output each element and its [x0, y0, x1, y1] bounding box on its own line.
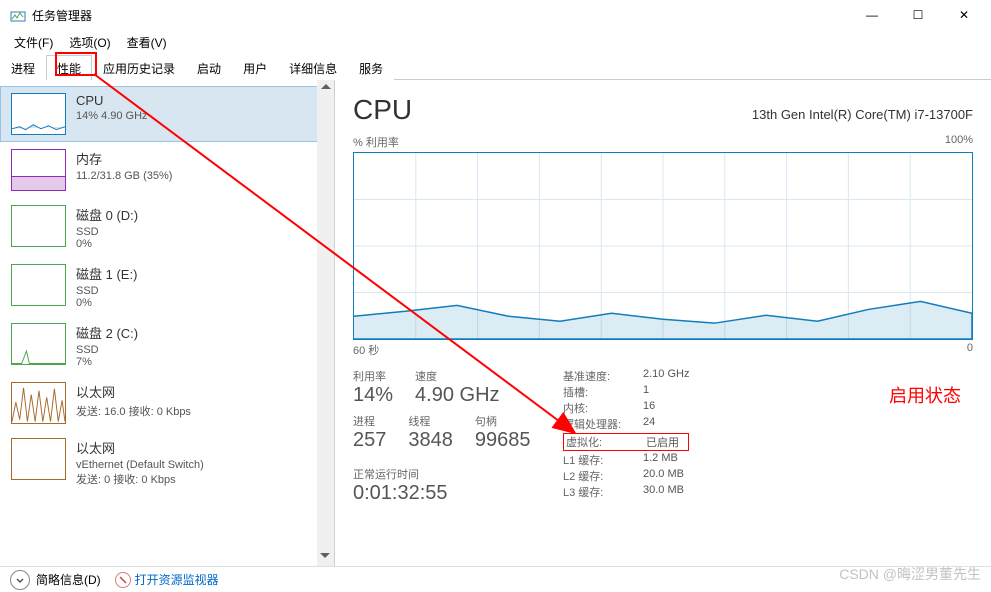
titlebar: 任务管理器 — ☐ ✕ [0, 0, 991, 30]
sidebar-disk0-pct: 0% [76, 238, 138, 250]
stat-speed-value: 4.90 GHz [415, 384, 499, 407]
sidebar-item-disk1[interactable]: 磁盘 1 (E:) SSD 0% [0, 257, 334, 316]
info-virt-val: 已启用 [646, 434, 679, 450]
sidebar-eth2-sub: vEthernet (Default Switch) [76, 459, 204, 471]
menu-view[interactable]: 查看(V) [121, 32, 173, 53]
sidebar-eth1-title: 以太网 [76, 382, 191, 401]
cpu-info-table: 基准速度:2.10 GHz 插槽:1 内核:16 逻辑处理器:24 虚拟化:已启… [563, 368, 689, 505]
chart-xmax: 60 秒 [353, 342, 379, 358]
sidebar-item-cpu[interactable]: CPU 14% 4.90 GHz [0, 86, 334, 142]
tab-details[interactable]: 详细信息 [278, 55, 348, 80]
main-panel: CPU 13th Gen Intel(R) Core(TM) i7-13700F… [335, 80, 991, 566]
fewer-details-button[interactable] [10, 570, 30, 590]
sidebar: CPU 14% 4.90 GHz 内存 11.2/31.8 GB (35%) 磁… [0, 80, 335, 566]
info-sockets-key: 插槽: [563, 384, 643, 400]
sidebar-disk0-title: 磁盘 0 (D:) [76, 205, 138, 224]
tab-app-history[interactable]: 应用历史记录 [92, 55, 186, 80]
chart-ymax: 100% [945, 134, 973, 150]
info-base-speed-val: 2.10 GHz [643, 368, 689, 384]
sidebar-item-disk0[interactable]: 磁盘 0 (D:) SSD 0% [0, 198, 334, 257]
scroll-up-icon[interactable] [321, 84, 331, 89]
eth2-thumbnail [11, 438, 66, 480]
resmon-icon [115, 572, 131, 588]
stat-thread-label: 线程 [408, 413, 453, 429]
stat-proc-value: 257 [353, 429, 386, 452]
virtualization-row-highlight: 虚拟化:已启用 [563, 433, 689, 451]
tab-processes[interactable]: 进程 [0, 55, 46, 80]
info-logical-val: 24 [643, 416, 655, 432]
disk0-thumbnail [11, 205, 66, 247]
sidebar-disk1-title: 磁盘 1 (E:) [76, 264, 137, 283]
watermark: CSDN @晦涩男董先生 [839, 564, 981, 584]
tab-users[interactable]: 用户 [232, 55, 278, 80]
fewer-details-label[interactable]: 简略信息(D) [36, 571, 101, 588]
sidebar-item-disk2[interactable]: 磁盘 2 (C:) SSD 7% [0, 316, 334, 375]
info-virt-key: 虚拟化: [566, 434, 646, 450]
sidebar-item-eth2[interactable]: 以太网 vEthernet (Default Switch) 发送: 0 接收:… [0, 431, 334, 494]
cpu-thumbnail [11, 93, 66, 135]
scroll-down-icon[interactable] [320, 553, 330, 558]
info-cores-val: 16 [643, 400, 655, 416]
sidebar-eth2-title: 以太网 [76, 438, 204, 457]
info-l1-key: L1 缓存: [563, 452, 643, 468]
tab-performance[interactable]: 性能 [46, 55, 92, 80]
sidebar-disk1-pct: 0% [76, 297, 137, 309]
stat-handle-value: 99685 [475, 429, 531, 452]
sidebar-disk2-sub: SSD [76, 344, 138, 356]
stat-uptime-label: 正常运行时间 [353, 466, 563, 482]
cpu-model: 13th Gen Intel(R) Core(TM) i7-13700F [752, 107, 973, 122]
sidebar-cpu-title: CPU [76, 93, 148, 108]
maximize-button[interactable]: ☐ [895, 0, 941, 30]
annotation-status-text: 启用状态 [889, 382, 961, 408]
stat-util-value: 14% [353, 384, 393, 407]
disk1-thumbnail [11, 264, 66, 306]
chart-ylabel: % 利用率 [353, 134, 399, 150]
info-base-speed-key: 基准速度: [563, 368, 643, 384]
sidebar-disk2-pct: 7% [76, 356, 138, 368]
info-logical-key: 逻辑处理器: [563, 416, 643, 432]
sidebar-disk0-sub: SSD [76, 226, 138, 238]
sidebar-cpu-sub: 14% 4.90 GHz [76, 110, 148, 122]
stat-proc-label: 进程 [353, 413, 386, 429]
eth1-thumbnail [11, 382, 66, 424]
tab-services[interactable]: 服务 [348, 55, 394, 80]
info-cores-key: 内核: [563, 400, 643, 416]
minimize-button[interactable]: — [849, 0, 895, 30]
cpu-heading: CPU [353, 94, 412, 126]
stat-uptime-value: 0:01:32:55 [353, 482, 563, 505]
chart-xmin: 0 [967, 342, 973, 358]
sidebar-disk2-title: 磁盘 2 (C:) [76, 323, 138, 342]
sidebar-item-eth1[interactable]: 以太网 发送: 16.0 接收: 0 Kbps [0, 375, 334, 431]
sidebar-eth2-send: 发送: 0 接收: 0 Kbps [76, 471, 204, 487]
memory-thumbnail [11, 149, 66, 191]
sidebar-memory-sub: 11.2/31.8 GB (35%) [76, 170, 172, 182]
open-resource-monitor-link[interactable]: 打开资源监视器 [135, 571, 219, 588]
stat-speed-label: 速度 [415, 368, 499, 384]
sidebar-eth1-send: 发送: 16.0 接收: 0 Kbps [76, 403, 191, 419]
sidebar-memory-title: 内存 [76, 149, 172, 168]
info-l2-val: 20.0 MB [643, 468, 684, 484]
info-l2-key: L2 缓存: [563, 468, 643, 484]
sidebar-item-memory[interactable]: 内存 11.2/31.8 GB (35%) [0, 142, 334, 198]
info-l3-key: L3 缓存: [563, 484, 643, 500]
stat-thread-value: 3848 [408, 429, 453, 452]
stat-handle-label: 句柄 [475, 413, 531, 429]
disk2-thumbnail [11, 323, 66, 365]
menu-file[interactable]: 文件(F) [8, 32, 59, 53]
app-icon [10, 7, 26, 23]
info-sockets-val: 1 [643, 384, 649, 400]
info-l3-val: 30.0 MB [643, 484, 684, 500]
info-l1-val: 1.2 MB [643, 452, 678, 468]
tabs: 进程 性能 应用历史记录 启动 用户 详细信息 服务 [0, 54, 991, 80]
sidebar-scrollbar[interactable] [317, 80, 334, 566]
stat-util-label: 利用率 [353, 368, 393, 384]
cpu-utilization-chart[interactable] [353, 152, 973, 340]
close-button[interactable]: ✕ [941, 0, 987, 30]
tab-startup[interactable]: 启动 [186, 55, 232, 80]
sidebar-disk1-sub: SSD [76, 285, 137, 297]
menu-options[interactable]: 选项(O) [63, 32, 116, 53]
window-title: 任务管理器 [32, 7, 849, 24]
menubar: 文件(F) 选项(O) 查看(V) [0, 30, 991, 54]
